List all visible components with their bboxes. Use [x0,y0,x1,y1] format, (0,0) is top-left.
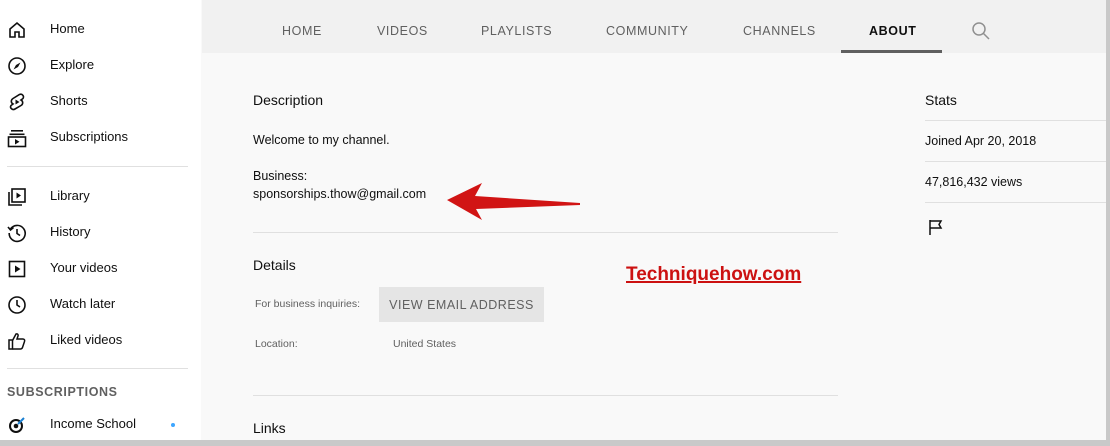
sidebar-item-label: Liked videos [50,332,123,347]
income-school-icon [6,414,28,436]
sidebar-item-label: Library [50,188,90,203]
sidebar-divider [7,368,188,369]
play-icon [6,258,28,280]
sidebar-item-liked-videos[interactable]: Liked videos [0,322,201,358]
section-divider [253,395,838,396]
shorts-icon [6,91,28,113]
tab-playlists[interactable]: PLAYLISTS [481,24,552,38]
sidebar-item-shorts[interactable]: Shorts [0,83,201,119]
location-value: United States [393,338,457,350]
business-label: Business: [253,169,308,183]
business-email: sponsorships.thow@gmail.com [253,187,427,201]
sidebar-item-label: Your videos [50,260,118,275]
section-divider [253,232,838,233]
stats-divider [925,202,1106,203]
clock-icon [6,294,28,316]
watermark-text: Techniquehow.com [626,264,802,285]
description-text: Welcome to my channel. [253,133,390,147]
flag-icon[interactable] [927,218,945,236]
sidebar-item-home[interactable]: Home [0,11,201,47]
subscription-item-income-school[interactable]: Income School [0,406,201,440]
sidebar-item-explore[interactable]: Explore [0,47,201,83]
sidebar-item-label: Home [50,21,85,36]
location-label: Location: [255,338,298,350]
sidebar-item-label: Shorts [50,93,88,108]
sidebar-item-library[interactable]: Library [0,178,201,214]
new-content-dot [171,423,175,427]
tab-about[interactable]: ABOUT [869,24,916,38]
tab-channels[interactable]: CHANNELS [743,24,816,38]
channel-tab-bar: HOME VIDEOS PLAYLISTS COMMUNITY CHANNELS… [202,0,1106,53]
tab-community[interactable]: COMMUNITY [606,24,688,38]
sidebar-item-history[interactable]: History [0,214,201,250]
sidebar-item-label: Explore [50,57,95,72]
compass-icon [6,55,28,77]
stats-divider [925,120,1106,121]
sidebar: Home Explore Shorts Subscriptions Librar… [0,0,201,440]
business-inquiries-label: For business inquiries: [255,298,361,310]
sidebar-item-label: Income School [50,416,136,431]
sidebar-item-watch-later[interactable]: Watch later [0,286,201,322]
thumbs-up-icon [6,330,28,352]
red-arrow-annotation [447,183,580,220]
sidebar-item-subscriptions[interactable]: Subscriptions [0,119,201,155]
sidebar-divider [7,166,188,167]
history-icon [6,222,28,244]
stats-title: Stats [925,92,957,108]
sidebar-item-label: Subscriptions [50,129,129,144]
search-icon[interactable] [971,21,991,41]
sidebar-item-label: Watch later [50,296,116,311]
subscriptions-icon [6,127,28,149]
active-tab-indicator [841,50,942,53]
tab-home[interactable]: HOME [282,24,322,38]
details-title: Details [253,257,296,273]
sidebar-item-your-videos[interactable]: Your videos [0,250,201,286]
library-icon [6,186,28,208]
joined-date: Joined Apr 20, 2018 [925,134,1037,148]
description-title: Description [253,92,324,108]
view-email-address-button[interactable]: VIEW EMAIL ADDRESS [379,287,544,322]
sidebar-item-label: History [50,224,91,239]
youtube-about-page: Home Explore Shorts Subscriptions Librar… [0,0,1106,440]
home-icon [6,19,28,41]
links-title: Links [253,420,286,436]
view-count: 47,816,432 views [925,175,1023,189]
tab-videos[interactable]: VIDEOS [377,24,428,38]
subscriptions-section-title: SUBSCRIPTIONS [7,385,118,399]
stats-divider [925,161,1106,162]
